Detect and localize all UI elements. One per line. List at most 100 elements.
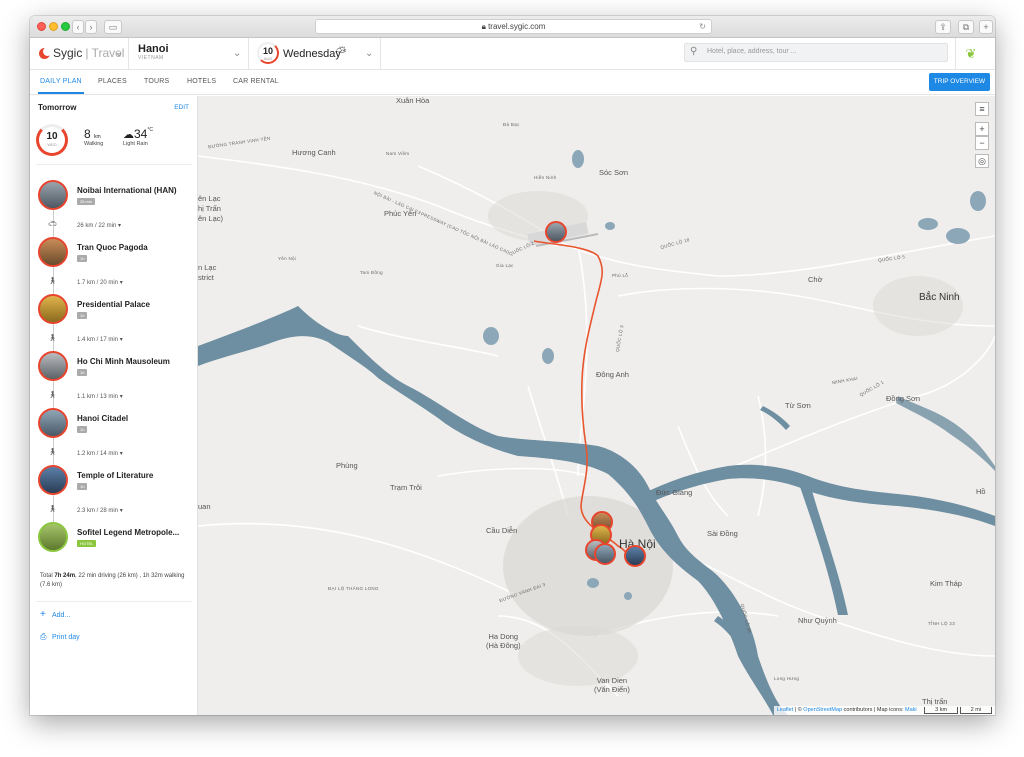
distance-value: 8 — [84, 127, 91, 141]
search-input[interactable]: ⚲ Hotel, place, address, tour ... — [684, 43, 948, 62]
hotel-tag: HOTEL — [77, 540, 97, 547]
itinerary-stop[interactable]: Sofitel Legend Metropole... HOTEL — [38, 522, 193, 579]
address-bar[interactable]: 🔒︎ travel.sygic.com ↻ — [315, 19, 712, 34]
zoom-out-button[interactable]: − — [975, 136, 989, 150]
itinerary-leg[interactable]: 🚗︎ 26 km / 22 min ▾ — [38, 220, 188, 234]
leg-info: 1.2 km / 14 min ▾ — [77, 451, 123, 457]
leg-info: 1.7 km / 20 min ▾ — [77, 280, 123, 286]
print-day-button[interactable]: ⎙ Print day — [40, 632, 80, 642]
divider — [36, 164, 192, 165]
browser-window: ‹ › ▭ 🔒︎ travel.sygic.com ↻ ⇪ ⧉ + Sygic … — [30, 16, 995, 715]
car-icon: 🚗︎ — [48, 221, 57, 228]
attribution-text: contributors | Map icons: — [843, 707, 905, 713]
zoom-window-button[interactable] — [61, 22, 70, 31]
map-label: Ha Dong (Hà Đông) — [486, 632, 521, 650]
itinerary-leg[interactable]: 🚶︎ 1.7 km / 20 min ▾ — [38, 277, 188, 291]
map-label: Chờ — [808, 275, 823, 284]
divider — [36, 601, 192, 602]
map-label: Kim Tháp — [930, 579, 962, 588]
leaf-icon[interactable]: ❦ — [961, 44, 981, 64]
new-tab-icon[interactable]: + — [979, 20, 993, 34]
sygic-logo[interactable]: Sygic | Travel — [39, 46, 124, 60]
day-selector[interactable]: Wednesday — [283, 48, 341, 60]
url-text: travel.sygic.com — [488, 22, 546, 31]
distance-label: Walking — [84, 141, 104, 147]
map-label: Đông Anh — [596, 370, 629, 379]
map-label: Sóc Sơn — [599, 168, 629, 177]
weather-cloud-sun-icon: ⛅︎ — [336, 44, 347, 59]
itinerary-leg[interactable]: 🚶︎ 1.1 km / 13 min ▾ — [38, 391, 188, 405]
add-place-button[interactable]: + Add... — [40, 609, 70, 620]
tab-car-rental[interactable]: CAR RENTAL — [233, 78, 279, 85]
stop-name: Presidential Palace — [77, 300, 150, 309]
city-selector[interactable]: Hanoi VIETNAM — [138, 43, 169, 61]
leg-info: 2.3 km / 28 min ▾ — [77, 508, 123, 514]
date-badge[interactable]: 10 AUG — [257, 42, 279, 64]
minimize-window-button[interactable] — [49, 22, 58, 31]
stop-name: Ho Chi Minh Mausoleum — [77, 357, 170, 366]
stop-duration: 26 min — [77, 198, 96, 205]
map-label: Từ Sơn — [785, 401, 811, 410]
tabs-icon[interactable]: ⧉ — [958, 20, 974, 34]
map-pin-airport[interactable] — [545, 221, 567, 243]
stop-duration: 1h — [77, 426, 88, 433]
day-stats: 10 WED 8 km Walking ☁︎34°C Light Rain — [36, 124, 196, 160]
leaflet-link[interactable]: Leaflet — [777, 707, 794, 713]
layers-icon[interactable]: ≡ — [975, 102, 989, 116]
map-pin-citadel[interactable] — [594, 543, 616, 565]
tab-daily-plan[interactable]: DAILY PLAN — [38, 78, 84, 94]
forward-icon[interactable]: › — [85, 20, 97, 34]
day-date-badge: 10 WED — [36, 124, 68, 156]
map-pin-temple[interactable] — [624, 545, 646, 567]
print-label: Print day — [52, 634, 80, 641]
city-name: Hanoi — [138, 43, 169, 55]
walking-icon: 🚶︎ — [48, 449, 57, 456]
hotel-photo — [38, 522, 68, 552]
chevron-down-icon: ▾ — [119, 451, 123, 457]
edit-button[interactable]: EDIT — [174, 104, 189, 111]
locate-icon[interactable]: ◎ — [975, 154, 989, 168]
chevron-down-icon: ▾ — [119, 508, 123, 514]
logo-brand: Sygic — [53, 46, 83, 60]
map-label: Xuân Hòa — [396, 96, 430, 105]
tab-places[interactable]: PLACES — [98, 78, 127, 85]
map-label: Nam Viêm — [386, 151, 410, 156]
itinerary-leg[interactable]: 🚶︎ 1.4 km / 17 min ▾ — [38, 334, 188, 348]
osm-link[interactable]: OpenStreetMap — [803, 707, 842, 713]
map-label: Đức Giang — [656, 488, 693, 497]
temple-photo — [38, 465, 68, 495]
tab-tours[interactable]: TOURS — [144, 78, 169, 85]
distance-unit: km — [94, 134, 101, 140]
chevron-down-icon[interactable]: ⌄ — [365, 48, 373, 59]
stop-name: Sofitel Legend Metropole... — [77, 528, 180, 537]
leg-info: 1.1 km / 13 min ▾ — [77, 394, 123, 400]
close-window-button[interactable] — [37, 22, 46, 31]
itinerary-leg[interactable]: 🚶︎ 1.2 km / 14 min ▾ — [38, 448, 188, 462]
stop-name: Noibai International (HAN) — [77, 186, 177, 195]
stop-name: Hanoi Citadel — [77, 414, 129, 423]
tab-hotels[interactable]: HOTELS — [187, 78, 216, 85]
zoom-in-button[interactable]: + — [975, 122, 989, 136]
scale-bar-mi: 2 mi — [959, 707, 992, 714]
trip-overview-button[interactable]: TRIP OVERVIEW — [929, 73, 990, 91]
citadel-photo — [38, 408, 68, 438]
share-icon[interactable]: ⇪ — [935, 20, 951, 34]
map-label: Hương Canh — [292, 148, 336, 157]
chevron-down-icon[interactable]: ⌄ — [233, 48, 241, 59]
reload-icon[interactable]: ↻ — [699, 20, 706, 34]
scale-bar: 3 km — [924, 707, 959, 714]
map-label: Thị trấn — [922, 697, 948, 706]
total-time: 7h 24m — [54, 573, 76, 579]
chevron-down-icon[interactable]: ⌄ — [115, 48, 123, 59]
browser-toolbar: ‹ › ▭ 🔒︎ travel.sygic.com ↻ ⇪ ⧉ + — [30, 16, 995, 38]
walking-icon: 🚶︎ — [48, 506, 57, 513]
itinerary-leg[interactable]: 🚶︎ 2.3 km / 28 min ▾ — [38, 505, 188, 519]
leg-info: 26 km / 22 min ▾ — [77, 223, 122, 229]
temp-value: 34 — [134, 127, 148, 141]
sidebar-toggle-icon[interactable]: ▭ — [104, 20, 122, 34]
back-icon[interactable]: ‹ — [72, 20, 84, 34]
add-label: Add... — [52, 612, 71, 619]
map-view[interactable]: Xuân Hòa Hương Canh Sóc Sơn Phúc Yên Đôn… — [198, 96, 995, 715]
maki-link[interactable]: Maki — [905, 707, 917, 713]
road-label: ĐẠI LỘ THĂNG LONG — [328, 586, 379, 591]
